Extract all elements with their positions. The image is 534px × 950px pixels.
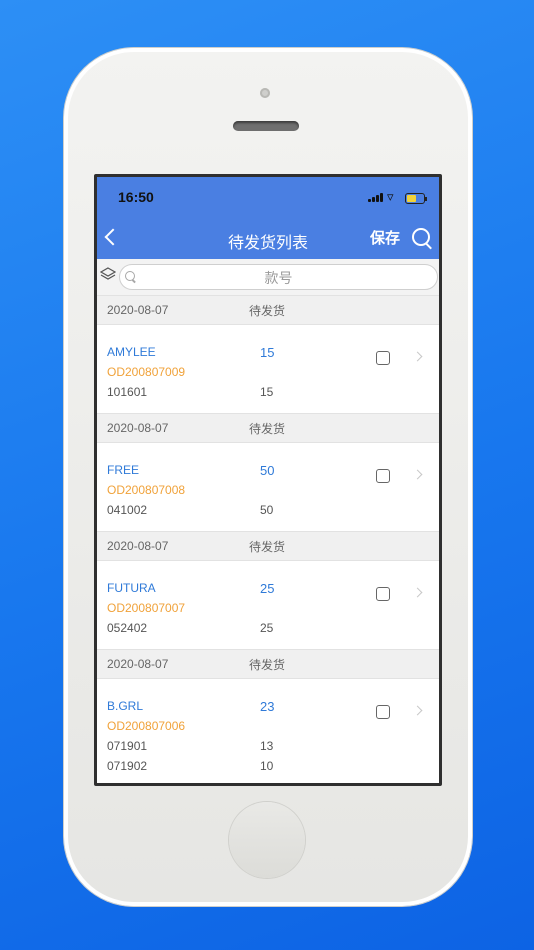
group-status: 待发货 bbox=[249, 422, 286, 436]
group-date: 2020-08-07 bbox=[107, 303, 169, 317]
style-number: 052402 bbox=[107, 621, 148, 635]
group-status: 待发货 bbox=[249, 304, 286, 318]
customer-name: FREE bbox=[107, 463, 140, 477]
order-number: OD200807006 bbox=[107, 719, 186, 733]
save-button[interactable]: 保存 bbox=[370, 227, 400, 248]
nav-bar: 待发货列表 保存 bbox=[97, 217, 439, 259]
order-number: OD200807009 bbox=[107, 365, 186, 379]
group-status: 待发货 bbox=[249, 540, 286, 554]
customer-name: B.GRL bbox=[107, 699, 144, 713]
order-number: OD200807008 bbox=[107, 483, 186, 497]
customer-name: FUTURA bbox=[107, 581, 156, 595]
search-icon[interactable] bbox=[412, 228, 430, 246]
app-view: 16:50 ▿ 待发货列表 保存 款号 2020-08-07 待发货 AMYLE… bbox=[97, 177, 439, 783]
chevron-right-icon[interactable] bbox=[412, 705, 423, 716]
wifi-icon: ▿ bbox=[387, 189, 394, 204]
group-header: 2020-08-07 待发货 bbox=[97, 295, 439, 325]
total-qty: 15 bbox=[260, 345, 275, 360]
order-card[interactable]: FUTURA 25 OD200807007 052402 25 bbox=[97, 561, 439, 649]
status-time: 16:50 bbox=[118, 189, 154, 205]
style-number: 071902 bbox=[107, 759, 148, 773]
order-number: OD200807007 bbox=[107, 601, 186, 615]
style-number: 101601 bbox=[107, 385, 148, 399]
chevron-right-icon[interactable] bbox=[412, 587, 423, 598]
line-qty: 13 bbox=[260, 739, 274, 753]
layers-icon[interactable] bbox=[100, 266, 116, 282]
total-qty: 25 bbox=[260, 581, 275, 596]
line-qty: 15 bbox=[260, 385, 274, 399]
line-qty: 10 bbox=[260, 759, 274, 773]
search-input[interactable]: 款号 bbox=[119, 264, 438, 290]
chevron-right-icon[interactable] bbox=[412, 469, 423, 480]
group-header: 2020-08-07 待发货 bbox=[97, 413, 439, 443]
home-button[interactable] bbox=[229, 802, 305, 878]
customer-name: AMYLEE bbox=[107, 345, 156, 359]
group-status: 待发货 bbox=[249, 658, 286, 672]
search-placeholder: 款号 bbox=[264, 270, 293, 286]
line-qty: 50 bbox=[260, 503, 274, 517]
screen: 16:50 ▿ 待发货列表 保存 款号 2020-08-07 待发货 AMYLE… bbox=[94, 174, 442, 786]
order-list: 2020-08-07 待发货 AMYLEE 15 OD200807009 101… bbox=[97, 295, 439, 783]
group-header: 2020-08-07 待发货 bbox=[97, 531, 439, 561]
order-card[interactable]: B.GRL 23 OD200807006 071901 13 071902 10 bbox=[97, 679, 439, 783]
signal-icon bbox=[368, 192, 386, 202]
group-date: 2020-08-07 bbox=[107, 421, 169, 435]
total-qty: 50 bbox=[260, 463, 275, 478]
total-qty: 23 bbox=[260, 699, 275, 714]
style-number: 071901 bbox=[107, 739, 148, 753]
style-number: 041002 bbox=[107, 503, 148, 517]
order-card[interactable]: FREE 50 OD200807008 041002 50 bbox=[97, 443, 439, 531]
select-checkbox[interactable] bbox=[376, 469, 390, 483]
battery-icon bbox=[405, 193, 427, 204]
camera bbox=[260, 88, 270, 98]
chevron-right-icon[interactable] bbox=[412, 351, 423, 362]
select-checkbox[interactable] bbox=[376, 351, 390, 365]
status-bar: 16:50 ▿ bbox=[97, 177, 439, 217]
group-date: 2020-08-07 bbox=[107, 657, 169, 671]
select-checkbox[interactable] bbox=[376, 705, 390, 719]
order-card[interactable]: AMYLEE 15 OD200807009 101601 15 bbox=[97, 325, 439, 413]
group-date: 2020-08-07 bbox=[107, 539, 169, 553]
speaker bbox=[233, 121, 299, 131]
group-header: 2020-08-07 待发货 bbox=[97, 649, 439, 679]
search-row: 款号 bbox=[97, 259, 439, 295]
select-checkbox[interactable] bbox=[376, 587, 390, 601]
line-qty: 25 bbox=[260, 621, 274, 635]
